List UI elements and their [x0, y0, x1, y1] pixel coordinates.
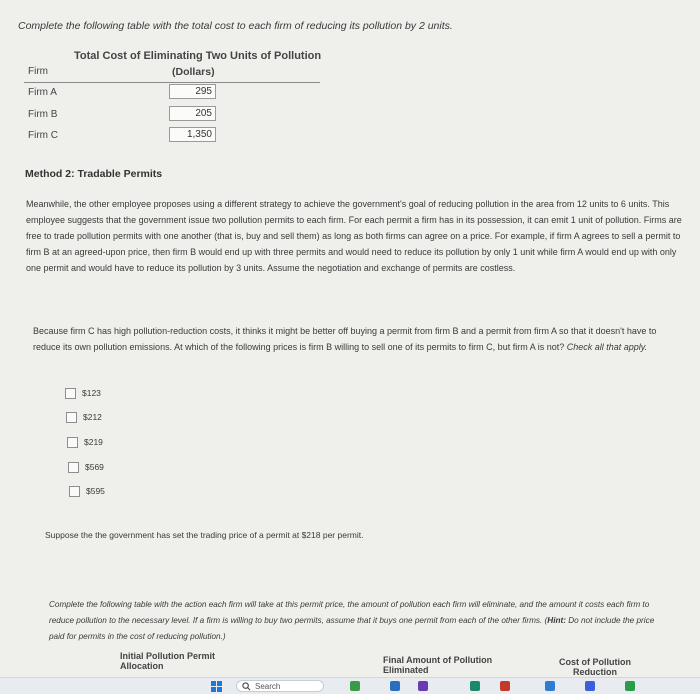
table1-header-divider — [24, 82, 320, 83]
option-569[interactable]: $569 — [68, 461, 104, 474]
firm-c-cost-input[interactable]: 1,350 — [169, 127, 216, 142]
checkbox-icon[interactable] — [69, 486, 80, 498]
table1-row-firm-c-label: Firm C — [28, 130, 58, 141]
app-icon[interactable] — [418, 681, 428, 691]
check-all-note: Check all that apply. — [566, 342, 648, 352]
table2-header-cost: Cost of Pollution Reduction — [559, 657, 631, 677]
method-2-heading: Method 2: Tradable Permits — [25, 168, 163, 180]
checkbox-icon[interactable] — [65, 388, 76, 400]
option-label: $219 — [84, 437, 103, 447]
permit-price-statement: Suppose the the government has set the t… — [45, 530, 364, 540]
option-219[interactable]: $219 — [67, 436, 103, 449]
app-icon[interactable] — [500, 681, 510, 691]
firm-a-cost-input[interactable]: 295 — [169, 84, 216, 99]
table1-title: Total Cost of Eliminating Two Units of P… — [74, 50, 322, 62]
app-icon[interactable] — [545, 681, 555, 691]
option-label: $212 — [83, 412, 102, 422]
question-body: Because firm C has high pollution-reduct… — [33, 326, 657, 352]
checkbox-icon[interactable] — [68, 462, 79, 474]
option-label: $123 — [82, 388, 101, 398]
app-icon[interactable] — [585, 681, 595, 691]
table2-instructions: Complete the following table with the ac… — [49, 597, 669, 645]
table1-header-firm: Firm — [28, 66, 48, 77]
app-icon[interactable] — [625, 681, 635, 691]
table1-header-dollars: (Dollars) — [172, 66, 215, 78]
windows-start-icon[interactable] — [211, 681, 223, 693]
option-212[interactable]: $212 — [66, 411, 102, 424]
search-placeholder: Search — [255, 682, 281, 691]
firm-b-cost-input[interactable]: 205 — [169, 106, 216, 121]
hint-label: Hint: — [547, 616, 566, 625]
app-icon[interactable] — [350, 681, 360, 691]
checkbox-icon[interactable] — [66, 412, 77, 424]
option-label: $595 — [86, 486, 105, 496]
search-icon — [242, 682, 251, 691]
option-123[interactable]: $123 — [65, 387, 101, 400]
method-2-description: Meanwhile, the other employee proposes u… — [26, 199, 682, 273]
app-icon[interactable] — [470, 681, 480, 691]
checkbox-icon[interactable] — [67, 437, 78, 449]
option-label: $569 — [85, 462, 104, 472]
table1-instructions: Complete the following table with the to… — [18, 20, 453, 32]
homework-page: Complete the following table with the to… — [0, 0, 700, 694]
table1-row-firm-b-label: Firm B — [28, 109, 58, 120]
app-icon[interactable] — [390, 681, 400, 691]
table1-row-firm-a-label: Firm A — [28, 87, 57, 98]
windows-taskbar: Search — [0, 677, 700, 694]
option-595[interactable]: $595 — [69, 485, 105, 498]
taskbar-search[interactable]: Search — [236, 680, 324, 692]
table2-header-initial-allocation: Initial Pollution Permit Allocation — [120, 651, 216, 671]
question-text: Because firm C has high pollution-reduct… — [33, 323, 669, 355]
table2-header-final-amount: Final Amount of Pollution Eliminated — [383, 655, 493, 675]
